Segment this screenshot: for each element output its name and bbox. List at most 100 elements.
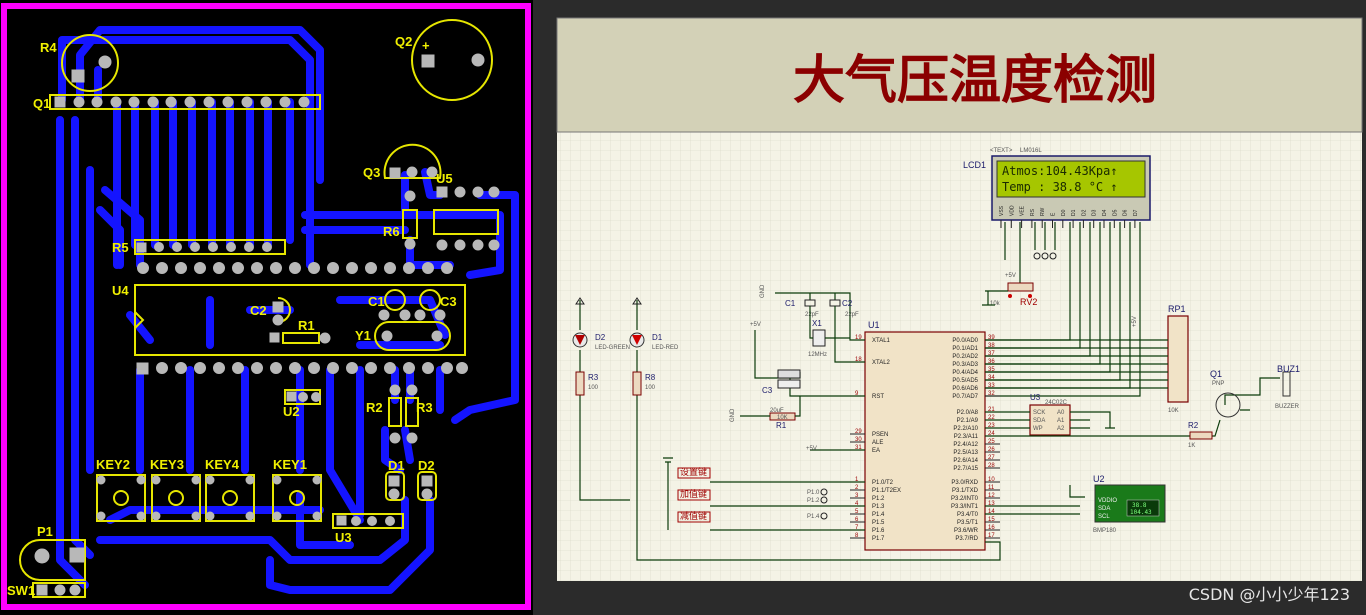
lcd-pin-label: D0 [1061,209,1067,216]
rv2-vcc: +5V [1005,273,1016,279]
mcu-pin-label: P0.0/AD0 [952,338,978,344]
label-r3: R3 [416,400,433,415]
label-r6: R6 [383,224,400,239]
label-q3: Q3 [363,165,380,180]
lcd-pin-label: D3 [1092,209,1098,216]
label-sw1: SW1 [7,583,35,598]
u3-pin-a0: A0 [1057,410,1065,416]
rv2-ref: RV2 [1020,297,1037,307]
mcu-pin-label: RST [872,394,884,400]
label-plus: + [422,38,430,53]
mcu-pin-label: P0.1/AD1 [952,346,978,352]
lcd-pin-label: VDD [1009,205,1015,216]
u2-display-pressure: 104.43 [1130,509,1152,516]
rv2-body [1007,282,1034,292]
rv2-value: 10k [990,301,1001,307]
mcu-pin-label: P0.7/AD7 [952,394,978,400]
u3-pin-wp: WP [1033,426,1043,432]
label-r5: R5 [112,240,129,255]
panel-divider [533,0,558,615]
label-key3: KEY3 [150,457,184,472]
mcu-pin-label: P2.0/A8 [957,410,979,416]
mcu-pin-label: XTAL1 [872,338,891,344]
q1-part: PNP [1212,381,1224,387]
buzzer-part: BUZZER [1275,404,1300,410]
u3-ref: U3 [1030,393,1041,402]
mcu-pin-label: P1.3 [872,504,885,510]
mcu-pin-label: P0.4/AD4 [952,370,978,376]
mcu-pin-label: P2.6/A14 [953,458,978,464]
lcd-pin-label: D4 [1102,209,1108,216]
r1-ref: R1 [776,421,787,430]
mcu-pin-label: P3.0/RXD [951,480,978,486]
label-u4: U4 [112,283,129,298]
mcu-pin-label: P2.1/A9 [957,418,979,424]
label-r4: R4 [40,40,57,55]
port-p12: P1.2 [807,498,820,504]
lcd-pin-label: VEE [1020,205,1026,216]
mcu-u1: U1 XTAL119XTAL218RST9PSEN29ALE30EA31P1.0… [850,320,1000,551]
mcu-pin-label: P0.3/AD3 [952,362,978,368]
u3-pin-sda: SDA [1033,418,1045,424]
u2-pin-sda: SDA [1098,506,1110,512]
mcu-pin-label: XTAL2 [872,360,891,366]
mcu-pin-label: P3.4/T0 [957,512,979,518]
label-u2: U2 [283,404,300,419]
lcd-text-tag: <TEXT> [990,148,1013,154]
label-q1: Q1 [33,96,50,111]
lcd-pin-label: D7 [1133,209,1139,216]
port-p14: P1.4 [807,514,820,520]
x1-value: 12MHz [808,352,827,358]
label-c2: C2 [250,303,267,318]
lcd-pin-label: D6 [1123,209,1129,216]
lcd-pin-label: D5 [1112,209,1118,216]
mcu-pin-label: P1.4 [872,512,885,518]
set-button-label: 设置键 [680,466,707,477]
r8-ref: R8 [645,373,656,382]
decrement-button-label: 减值键 [680,510,707,521]
lcd-line-2: Temp : 38.8 °C ↑ [1002,180,1118,194]
mcu-pin-label: P1.5 [872,520,885,526]
label-d2: D2 [418,458,435,473]
watermark: CSDN @小小少年123 [1189,585,1350,604]
pcb-layout: R4 Q2 + Q1 Q3 U5 R6 R5 U4 C2 R1 C1 C3 Y1… [0,0,533,615]
mcu-pin-label: ALE [872,440,883,446]
label-key4: KEY4 [205,457,240,472]
mcu-pin-label: P3.7/RD [955,536,978,542]
reset-gnd: GND [730,408,736,422]
label-r2: R2 [366,400,383,415]
rp1-value: 10K [1168,408,1179,414]
u3-pin-a2: A2 [1057,426,1065,432]
mcu-pin-label: P0.6/AD6 [952,386,978,392]
label-c3: C3 [440,294,457,309]
label-c1: C1 [368,294,385,309]
osc-gnd: GND [760,284,766,298]
r3-value: 100 [588,385,599,391]
mcu-pin-label: EA [872,448,880,454]
mcu-pin-label: P1.1/T2EX [872,488,901,494]
canvas: R4 Q2 + Q1 Q3 U5 R6 R5 U4 C2 R1 C1 C3 Y1… [0,0,1363,615]
u2-pin-scl: SCL [1098,514,1110,520]
u2-display-temp: 38.8 [1132,502,1147,509]
mcu-pin-label: P2.2/A10 [953,426,978,432]
c3-ref: C3 [762,386,773,395]
mcu-pin-label: P0.2/AD2 [952,354,978,360]
label-u5: U5 [436,171,453,186]
lcd-line-1: Atmos:104.43Kpa↑ [1002,164,1118,178]
label-r1: R1 [298,318,315,333]
mcu-pin-label: P0.5/AD5 [952,378,978,384]
lcd-ref: LCD1 [963,160,986,170]
r8-value: 100 [645,385,656,391]
lcd-pin-label: RS [1030,208,1036,216]
buzzer-ref: BUZ1 [1277,364,1300,374]
mcu-pin-label: P2.5/A13 [953,450,978,456]
reset-vcc: +5V [750,322,761,328]
u3-pin-sck: SCK [1033,410,1045,416]
label-q2: Q2 [395,34,412,49]
u3-pin-a1: A1 [1057,418,1065,424]
u4-pads-top [137,262,453,274]
label-key2: KEY2 [96,457,130,472]
label-key1: KEY1 [273,457,307,472]
mcu-ref: U1 [868,320,880,330]
d2-ref: D2 [595,333,606,342]
